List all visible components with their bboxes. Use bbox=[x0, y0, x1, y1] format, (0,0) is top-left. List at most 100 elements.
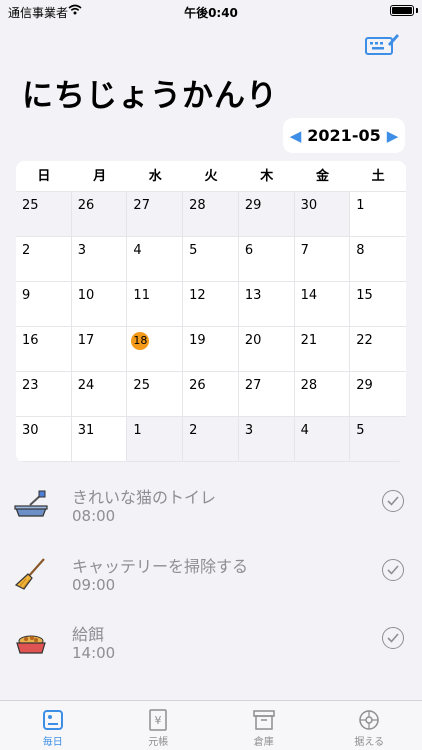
broom-icon bbox=[14, 558, 45, 590]
calendar-day[interactable]: 9 bbox=[16, 282, 72, 327]
calendar-day[interactable]: 20 bbox=[238, 327, 295, 372]
calendar-day[interactable]: 5 bbox=[183, 237, 239, 282]
calendar-day-number: 27 bbox=[244, 378, 262, 393]
calendar-day[interactable]: 28 bbox=[294, 372, 351, 417]
chevron-left-icon[interactable]: ◀ bbox=[290, 127, 302, 145]
calendar-day-number: 20 bbox=[244, 333, 262, 348]
calendar-day-number: 2 bbox=[22, 243, 31, 258]
calendar-day-number: 16 bbox=[22, 333, 39, 348]
calendar-day-number: 19 bbox=[189, 333, 206, 348]
task-time: 14:00 bbox=[72, 644, 116, 662]
calendar-day[interactable]: 2 bbox=[183, 417, 239, 462]
calendar-day[interactable]: 22 bbox=[350, 327, 406, 372]
tab-label: 元帳 bbox=[148, 737, 169, 748]
calendar-day-number: 1 bbox=[133, 423, 142, 438]
calendar-day-today[interactable]: 18 bbox=[127, 327, 184, 372]
calendar-day[interactable]: 26 bbox=[71, 192, 128, 237]
weekday-label: 金 bbox=[315, 169, 329, 184]
calendar-day-number: 11 bbox=[133, 288, 150, 303]
calendar-day-number: 29 bbox=[244, 198, 262, 213]
calendar-day-number: 22 bbox=[356, 333, 373, 348]
calendar-day-number: 4 bbox=[300, 423, 309, 438]
weekday-label: 火 bbox=[204, 169, 218, 184]
calendar-day[interactable]: 3 bbox=[71, 237, 128, 282]
task-check-button[interactable] bbox=[382, 490, 404, 512]
calendar-day[interactable]: 3 bbox=[238, 417, 295, 462]
checkmark-icon bbox=[387, 565, 399, 575]
calendar-day[interactable]: 29 bbox=[238, 192, 295, 237]
calendar-day-number: 15 bbox=[356, 288, 373, 303]
tab-ledger[interactable]: ¥ 元帳 bbox=[106, 701, 212, 750]
calendar-day[interactable]: 24 bbox=[71, 372, 128, 417]
calendar-grid: 25 26 27 28 29 30 1 2 3 4 5 6 7 8 9 10 11 12 13 14 15 16 17 18 1… bbox=[16, 192, 406, 462]
calendar-day[interactable]: 25 bbox=[16, 192, 72, 237]
calendar-day[interactable]: 1 bbox=[127, 417, 184, 462]
calendar-day[interactable]: 30 bbox=[294, 192, 351, 237]
calendar-day-number: 5 bbox=[356, 423, 365, 438]
calendar-day[interactable]: 15 bbox=[350, 282, 406, 327]
calendar-day[interactable]: 11 bbox=[127, 282, 184, 327]
calendar-day[interactable]: 6 bbox=[238, 237, 295, 282]
task-item[interactable]: キャッテリーを掃除する 09:00 bbox=[0, 549, 422, 609]
calendar-day[interactable]: 2 bbox=[16, 237, 72, 282]
calendar-day[interactable]: 29 bbox=[350, 372, 406, 417]
calendar-day-number: 2 bbox=[189, 423, 198, 438]
calendar-day-number: 21 bbox=[300, 333, 318, 348]
calendar-weekday-header: 日 月 水 火 木 金 土 bbox=[16, 161, 406, 192]
calendar-day[interactable]: 1 bbox=[350, 192, 406, 237]
task-item[interactable]: きれいな猫のトイレ 08:00 bbox=[0, 480, 422, 540]
checkmark-icon bbox=[387, 496, 399, 506]
calendar-day-number: 14 bbox=[300, 288, 318, 303]
calendar-day[interactable]: 17 bbox=[71, 327, 128, 372]
task-name: 給餌 bbox=[72, 625, 105, 644]
task-check-button[interactable] bbox=[382, 627, 404, 649]
weekday-label: 木 bbox=[260, 169, 274, 184]
calendar-day-number: 6 bbox=[244, 243, 254, 258]
calendar-day[interactable]: 4 bbox=[127, 237, 184, 282]
task-name: きれいな猫のトイレ bbox=[72, 488, 217, 507]
calendar-day[interactable]: 19 bbox=[183, 327, 239, 372]
task-time: 08:00 bbox=[72, 507, 116, 525]
weekday-label: 月 bbox=[93, 169, 107, 184]
edit-keyboard-button[interactable] bbox=[364, 30, 400, 58]
calendar: 日 月 水 火 木 金 土 25 26 27 28 29 30 1 2 3 4 5 6 7 8 9 10 11 1… bbox=[16, 161, 406, 462]
page-title: にちじょうかんり bbox=[22, 78, 278, 114]
calendar-day-number: 5 bbox=[189, 243, 198, 258]
calendar-day[interactable]: 16 bbox=[16, 327, 72, 372]
warehouse-icon bbox=[253, 710, 275, 730]
calendar-day[interactable]: 27 bbox=[238, 372, 295, 417]
calendar-day[interactable]: 12 bbox=[183, 282, 239, 327]
settings-icon bbox=[359, 710, 379, 730]
calendar-day[interactable]: 4 bbox=[294, 417, 351, 462]
calendar-day-number: 29 bbox=[356, 378, 373, 393]
chevron-right-icon[interactable]: ▶ bbox=[387, 127, 399, 145]
calendar-day[interactable]: 10 bbox=[71, 282, 128, 327]
calendar-day[interactable]: 30 bbox=[16, 417, 72, 462]
calendar-day[interactable]: 31 bbox=[71, 417, 128, 462]
ledger-icon: ¥ bbox=[149, 709, 167, 731]
calendar-day[interactable]: 26 bbox=[183, 372, 239, 417]
calendar-day-number: 12 bbox=[189, 288, 206, 303]
calendar-day[interactable]: 7 bbox=[294, 237, 351, 282]
calendar-day[interactable]: 23 bbox=[16, 372, 72, 417]
litter-box-icon bbox=[14, 490, 48, 517]
calendar-day-number: 25 bbox=[133, 378, 150, 393]
calendar-day[interactable]: 27 bbox=[127, 192, 184, 237]
calendar-day[interactable]: 14 bbox=[294, 282, 351, 327]
calendar-day-number: 3 bbox=[77, 243, 86, 258]
calendar-day[interactable]: 13 bbox=[238, 282, 295, 327]
calendar-day-number: 18 bbox=[131, 332, 150, 350]
calendar-day-number: 26 bbox=[189, 378, 206, 393]
calendar-day[interactable]: 21 bbox=[294, 327, 351, 372]
tab-settings[interactable]: 据える bbox=[317, 701, 422, 750]
calendar-day[interactable]: 25 bbox=[127, 372, 184, 417]
calendar-day[interactable]: 28 bbox=[183, 192, 239, 237]
tab-daily[interactable]: 毎日 bbox=[0, 701, 106, 750]
calendar-day[interactable]: 5 bbox=[350, 417, 406, 462]
task-check-button[interactable] bbox=[382, 559, 404, 581]
month-switcher: ◀ 2021-05 ▶ bbox=[283, 118, 405, 153]
task-item[interactable]: 給餌 14:00 bbox=[0, 617, 422, 677]
battery-tip bbox=[416, 8, 418, 13]
calendar-day[interactable]: 8 bbox=[350, 237, 406, 282]
tab-warehouse[interactable]: 倉庫 bbox=[211, 701, 317, 750]
